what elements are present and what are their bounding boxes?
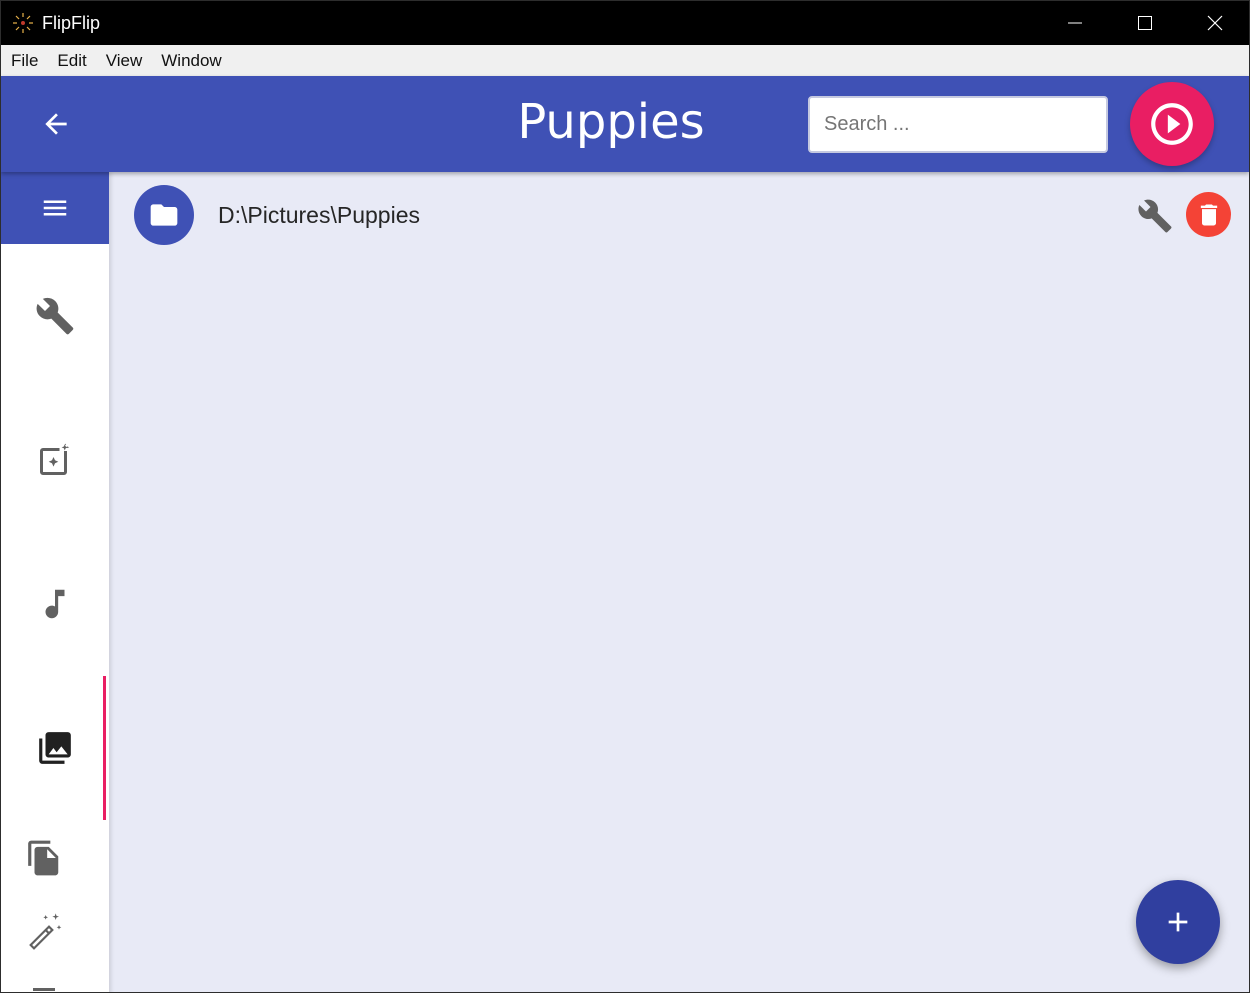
folder-icon [150,204,178,226]
flipflip-logo-icon [13,13,33,33]
page-title: Puppies [517,94,705,150]
close-icon [1207,15,1223,31]
play-button[interactable] [1130,82,1214,166]
sidebar-item-audio[interactable] [1,532,109,676]
window-title: FlipFlip [42,13,101,33]
back-button[interactable] [31,99,81,149]
menu-window[interactable]: Window [153,45,229,76]
menu-edit[interactable]: Edit [49,45,94,76]
add-source-button[interactable] [1136,880,1220,964]
music-note-icon [45,589,65,619]
source-delete-button[interactable] [1186,192,1231,237]
title-bar: FlipFlip [1,1,1249,45]
wrench-icon [36,297,74,335]
trash-icon [1200,204,1217,225]
sidebar-menu-toggle[interactable] [1,172,109,244]
search-input[interactable] [808,96,1108,153]
source-list: D:\Pictures\Puppies [109,172,1249,992]
sidebar-item-generate[interactable] [19,905,69,955]
list-item[interactable]: D:\Pictures\Puppies [109,172,1249,258]
source-settings-button[interactable] [1133,194,1177,238]
minimize-button[interactable] [1040,1,1110,45]
menu-view[interactable]: View [98,45,151,76]
source-path: D:\Pictures\Puppies [218,202,420,228]
wrench-icon [1138,199,1172,233]
hamburger-menu-icon [43,200,67,216]
sidebar-item-options[interactable] [1,244,109,388]
photo-library-icon [39,732,71,764]
sidebar-more-indicator [33,988,55,991]
app-window: FlipFlip File Edit View Window Puppies S… [0,0,1250,993]
magic-wand-icon [29,913,62,950]
sidebar-item-copy[interactable] [19,833,69,883]
active-tab-indicator [103,676,106,820]
app-header: Puppies [1,76,1249,172]
folder-avatar [134,185,194,245]
file-copy-icon [28,840,59,876]
plus-icon [1168,912,1188,932]
minimize-icon [1068,22,1082,24]
sidebar-item-effects[interactable] [1,388,109,532]
arrow-back-icon [45,113,67,135]
sidebar [1,172,109,992]
maximize-icon [1138,16,1152,30]
play-circle-icon [1151,103,1193,145]
menu-bar: File Edit View Window [1,45,1249,76]
close-button[interactable] [1180,1,1249,45]
maximize-button[interactable] [1110,1,1180,45]
image-effects-icon [40,443,70,475]
sidebar-item-sources[interactable] [1,676,109,820]
menu-file[interactable]: File [3,45,46,76]
